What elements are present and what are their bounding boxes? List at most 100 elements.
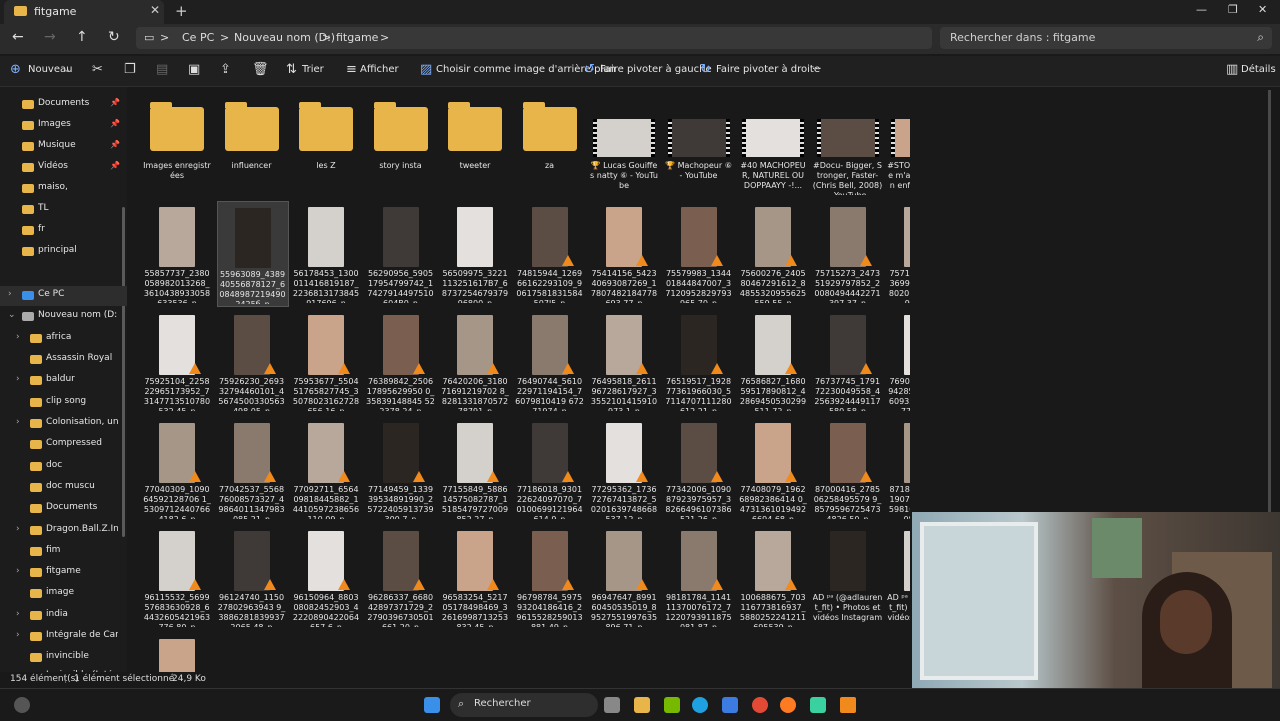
sidebar-item[interactable]: image	[0, 584, 127, 604]
file-item[interactable]: 75414156_542340693087269_178074821847786…	[589, 201, 659, 305]
file-item[interactable]: 75953677_550451765827745_350780231627286…	[291, 309, 361, 413]
nvidia-icon[interactable]	[664, 697, 680, 713]
folder-item[interactable]: story insta	[366, 93, 436, 197]
pin-icon[interactable]: 📌	[110, 98, 120, 107]
file-item[interactable]: 76519517_192877361966030_571147071112806…	[664, 309, 734, 413]
vlc-icon[interactable]	[840, 697, 856, 713]
file-item[interactable]: 🏆 Machopeur ⑥ - YouTube	[664, 93, 734, 197]
file-item[interactable]: #STORYTIME - Elle m'a fait vivre un enfe…	[887, 93, 910, 197]
sidebar-item[interactable]: doc muscu	[0, 478, 127, 498]
file-item[interactable]: 75579983_134401844847007_371209528297939…	[664, 201, 734, 305]
file-item[interactable]: 75715273_247351929797852_200804944422713…	[813, 201, 883, 305]
share-icon[interactable]: ⇪	[220, 62, 231, 77]
pin-icon[interactable]: 📌	[110, 140, 120, 149]
chevron-icon[interactable]: ›	[8, 289, 12, 299]
sidebar-item[interactable]: invincible	[0, 648, 127, 668]
file-item[interactable]: 56290956_590517954799742_174279144975106…	[366, 201, 436, 305]
file-item[interactable]: 56509975_3221113251617B7_687372546793799…	[440, 201, 510, 305]
edge-icon[interactable]	[692, 697, 708, 713]
sidebar-item[interactable]: ⌄ Nouveau nom (D:)	[0, 307, 127, 327]
sidebar-item[interactable]: Compressed	[0, 435, 127, 455]
sidebar-item[interactable]: Musique 📌	[0, 137, 127, 157]
sidebar-item[interactable]: Documents	[0, 499, 127, 519]
breadcrumb-ce-pc[interactable]: Ce PC	[182, 31, 214, 44]
maximize-button[interactable]: ❐	[1228, 3, 1238, 16]
new-tab-button[interactable]: +	[175, 2, 188, 20]
folder-item[interactable]: za	[515, 93, 585, 197]
file-item[interactable]: 76420206_318071691219702 8_8281331870572…	[440, 309, 510, 413]
chrome-icon[interactable]	[752, 697, 768, 713]
windows-start-icon[interactable]	[424, 697, 440, 713]
sidebar-item[interactable]: Documents 📌	[0, 95, 127, 115]
sidebar-item[interactable]: TL	[0, 200, 127, 220]
sort-button[interactable]: Trier	[302, 64, 324, 75]
folder-item[interactable]: Images enregistrées	[142, 93, 212, 197]
pin-icon[interactable]: 📌	[110, 119, 120, 128]
sidebar-item[interactable]: principal	[0, 242, 127, 262]
store-icon[interactable]	[722, 697, 738, 713]
file-item[interactable]: 96286337_668042897371729_227903967305016…	[366, 525, 436, 629]
sidebar-item[interactable]: › Colonisation, une hist	[0, 414, 127, 434]
file-item[interactable]: 96115532_569957683630928_644326054219637…	[142, 525, 212, 629]
file-item[interactable]: 100688675_703116773816937_58802522412116…	[738, 525, 808, 629]
file-item[interactable]: 🏆 Lucas Gouiffes natty ⑥ - YouTube	[589, 93, 659, 197]
file-item[interactable]: AD ᵖᵃ (@a...	[142, 633, 212, 672]
file-item[interactable]: 74815944_126966162293109_906175818315845…	[515, 201, 585, 305]
folder-item[interactable]: tweeter	[440, 93, 510, 197]
file-item[interactable]: AD ᵖᵃ (@adlaurent_fit) • Photos et vidéo…	[813, 525, 883, 629]
file-item[interactable]: 77155849_588614575082787_151854797270098…	[440, 417, 510, 521]
file-item[interactable]: 76490744_561022971194154_76079810419 672…	[515, 309, 585, 413]
chevron-icon[interactable]: ›	[16, 332, 20, 342]
file-item[interactable]: 75600276_240580467291612_848553209556255…	[738, 201, 808, 305]
file-item[interactable]: 56178453_1300011416819187_22368131738459…	[291, 201, 361, 305]
file-item[interactable]: 76909899_144794285870992 3_6093330372608…	[887, 309, 910, 413]
file-item[interactable]: 75925104_225822965173952_731477135107805…	[142, 309, 212, 413]
taskbar-search[interactable]: ⌕ Rechercher	[450, 693, 598, 717]
rotate-right-button[interactable]: Faire pivoter à droite	[716, 64, 820, 75]
file-item[interactable]: 77295362_173672767413872_502016397486685…	[589, 417, 659, 521]
sidebar-item[interactable]: fim	[0, 542, 127, 562]
tab-fitgame[interactable]: fitgame ✕	[4, 0, 164, 24]
file-item[interactable]: 76737745_179172230049558_425639244491175…	[813, 309, 883, 413]
sidebar-item[interactable]: maiso,	[0, 179, 127, 199]
file-item[interactable]: 77342006_109087923975957_382664961073865…	[664, 417, 734, 521]
sidebar-item[interactable]: › Ce PC	[0, 286, 127, 306]
details-button[interactable]: Détails	[1241, 64, 1276, 75]
more-button[interactable]: ···	[812, 64, 822, 75]
file-item[interactable]: 77408079_196268982386414 0_4731361019492…	[738, 417, 808, 521]
chevron-icon[interactable]: ›	[16, 566, 20, 576]
back-arrow-icon[interactable]: ←	[12, 29, 24, 45]
sidebar-item[interactable]: › india	[0, 606, 127, 626]
file-item[interactable]: 77186018_930122624097070_701006991219646…	[515, 417, 585, 521]
file-item[interactable]: 77092711_656409818445882_144105972386561…	[291, 417, 361, 521]
file-item[interactable]: 96947647_899160450535019_895275519976358…	[589, 525, 659, 629]
file-item[interactable]: 75717494_150436993153675_380201725816889…	[887, 201, 910, 305]
sidebar-item[interactable]: Images 📌	[0, 116, 127, 136]
sidebar-item[interactable]: fr	[0, 221, 127, 241]
chevron-icon[interactable]: ›	[16, 524, 20, 534]
file-item[interactable]: 87000416_278506258495579 9_8579596725473…	[813, 417, 883, 521]
firefox-icon[interactable]	[780, 697, 796, 713]
sidebar-item[interactable]: › Intégrale de Carl Bark	[0, 627, 127, 647]
file-item[interactable]: 96124740_115027802963943 9_3886281839937…	[217, 525, 287, 629]
file-item[interactable]: 98181784_114111370076172_712207939118750…	[664, 525, 734, 629]
copy-icon[interactable]: ❐	[124, 62, 136, 77]
file-item[interactable]: 55963089_438940556878127_608489872194902…	[216, 201, 289, 307]
sidebar-item[interactable]: Assassin Royal	[0, 350, 127, 370]
file-item[interactable]: 76495818_261196728617927_335521014159109…	[589, 309, 659, 413]
sidebar-item[interactable]: › baldur	[0, 371, 127, 391]
file-item[interactable]: 75926230_269332794460101_456745003305634…	[217, 309, 287, 413]
chevron-icon[interactable]: ›	[16, 609, 20, 619]
up-arrow-icon[interactable]: ↑	[76, 29, 88, 45]
file-item[interactable]: #Docu- Bigger, Stronger, Faster- (Chris …	[813, 93, 883, 197]
close-window-button[interactable]: ✕	[1258, 3, 1267, 16]
sidebar-item[interactable]: › africa	[0, 329, 127, 349]
chevron-icon[interactable]: ⌄	[8, 310, 16, 320]
folder-item[interactable]: les Z	[291, 93, 361, 197]
weather-icon[interactable]	[14, 697, 30, 713]
app-icon[interactable]	[810, 697, 826, 713]
rotate-left-button[interactable]: Faire pivoter à gauche	[600, 64, 712, 75]
file-item[interactable]: 87183405_277819076531829_559810982634710…	[887, 417, 910, 521]
file-item[interactable]: 96150964_880308082452903_422208904220646…	[291, 525, 361, 629]
sidebar-item[interactable]: doc	[0, 457, 127, 477]
